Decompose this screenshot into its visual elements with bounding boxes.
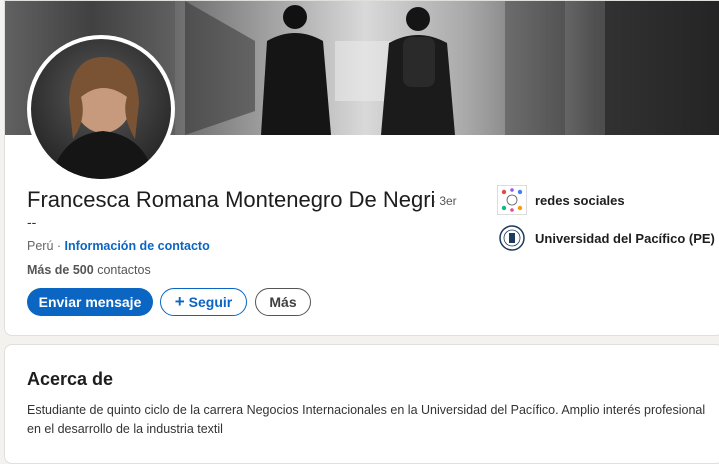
about-title: Acerca de (27, 369, 114, 389)
follow-label: Seguir (188, 294, 233, 310)
about-card: Acerca de Estudiante de quinto ciclo de … (4, 344, 719, 464)
send-message-button[interactable]: Enviar mensaje (27, 288, 153, 316)
separator-dot: · (56, 239, 62, 253)
avatar-photo (31, 39, 171, 179)
connections-bold: Más de 500 (27, 263, 94, 277)
side-item-university[interactable]: Universidad del Pacífico (PE) (497, 223, 715, 253)
connection-degree: · 3er (432, 194, 457, 208)
profile-name: Francesca Romana Montenegro De Negri (27, 187, 436, 212)
location-text: Perú (27, 239, 54, 253)
contact-info-link[interactable]: Información de contacto (65, 239, 210, 253)
connections-count[interactable]: Más de 500 contactos (27, 263, 151, 277)
about-text: Estudiante de quinto ciclo de la carrera… (27, 403, 706, 436)
side-item-label: redes sociales (535, 192, 625, 208)
social-networks-logo-icon (497, 185, 527, 215)
side-item-label: Universidad del Pacífico (PE) (535, 230, 715, 246)
plus-icon: + (174, 292, 185, 311)
send-message-label: Enviar mensaje (38, 294, 142, 310)
location-row: Perú · Información de contacto (27, 239, 210, 253)
profile-card: Francesca Romana Montenegro De Negri · 3… (4, 0, 719, 336)
more-label: Más (269, 294, 297, 310)
profile-avatar[interactable] (27, 35, 175, 183)
connections-label: contactos (97, 263, 151, 277)
university-seal-icon (497, 223, 527, 253)
side-item-social-networks[interactable]: redes sociales (497, 185, 625, 215)
more-button[interactable]: Más (255, 288, 311, 316)
follow-button[interactable]: + Seguir (160, 288, 247, 316)
profile-headline: -- (27, 214, 37, 230)
